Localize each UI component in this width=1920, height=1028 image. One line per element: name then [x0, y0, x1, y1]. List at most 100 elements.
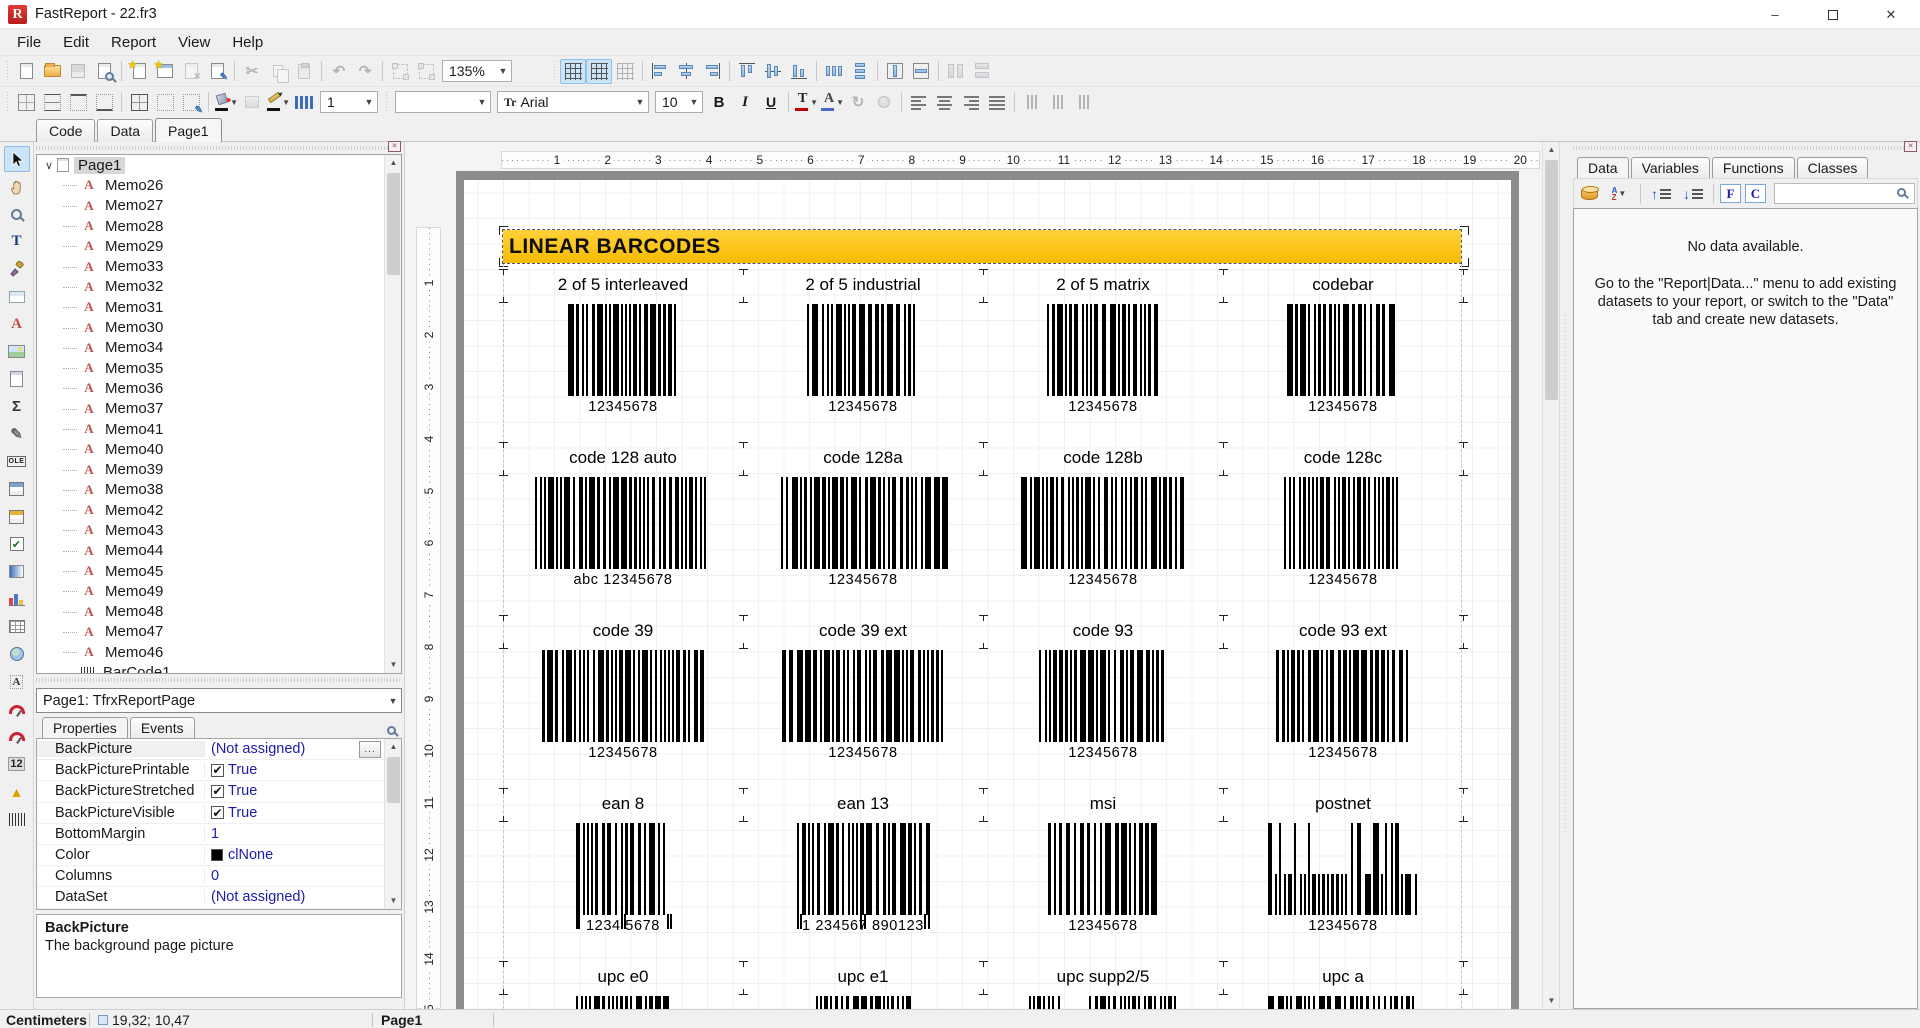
barcode-bars[interactable] [535, 477, 711, 569]
property-value[interactable]: (Not assigned)... [205, 741, 401, 758]
tree-item-memo38[interactable]: AMemo38 [37, 480, 401, 500]
close-panel-icon[interactable]: ✕ [388, 141, 401, 152]
barcode-bars[interactable] [1047, 304, 1159, 396]
barcode-cell-ean-8[interactable]: ean 81234 5678 [503, 788, 743, 961]
scrollbar-thumb[interactable] [387, 173, 400, 275]
frame-horizontal-lines-button[interactable] [39, 90, 65, 115]
barcode-bars[interactable] [576, 823, 671, 915]
data-search-input[interactable] [1774, 183, 1915, 204]
checkbox-icon[interactable]: ✔ [211, 806, 224, 819]
property-value[interactable]: ✔True [205, 783, 401, 799]
barcode-cell-code-39-ext[interactable]: code 39 ext12345678 [743, 615, 983, 788]
property-row-backpictureprintable[interactable]: BackPicturePrintable✔True [37, 760, 401, 781]
barcode-bars[interactable] [781, 477, 945, 569]
checkbox-object-button[interactable]: ✔ [4, 531, 30, 557]
tree-item-memo45[interactable]: AMemo45 [37, 561, 401, 581]
property-row-color[interactable]: ColorclNone [37, 845, 401, 866]
font-size-select[interactable]: 10▼ [655, 91, 703, 113]
property-row-bottommargin[interactable]: BottomMargin1 [37, 824, 401, 845]
barcode-bars[interactable] [1039, 650, 1167, 742]
open-report-button[interactable] [39, 59, 65, 84]
tree-item-memo49[interactable]: AMemo49 [37, 581, 401, 601]
justify-right-button[interactable] [958, 90, 984, 115]
barcode-cell-code-128c[interactable]: code 128c12345678 [1223, 442, 1463, 615]
barcode-cell-code-128-auto[interactable]: code 128 autoabc 12345678 [503, 442, 743, 615]
text-tool-button[interactable]: T [4, 229, 30, 255]
tree-item-memo43[interactable]: AMemo43 [37, 520, 401, 540]
tree-item-memo42[interactable]: AMemo42 [37, 500, 401, 520]
add-dataset-button[interactable] [1576, 181, 1602, 206]
barcode-label[interactable]: postnet [1223, 788, 1463, 814]
barcode-label[interactable]: code 39 ext [743, 615, 983, 641]
highlight-color-button[interactable]: A▼ [819, 90, 845, 115]
barcode-cell-code-93[interactable]: code 9312345678 [983, 615, 1223, 788]
scroll-up-icon[interactable]: ▲ [385, 739, 402, 755]
barcode-label[interactable]: upc supp2/5 [983, 961, 1223, 987]
minimize-button[interactable]: ‒ [1746, 0, 1804, 29]
tree-item-memo32[interactable]: AMemo32 [37, 277, 401, 297]
checkbox-icon[interactable]: ✔ [211, 785, 224, 798]
center-vertically-in-band-button[interactable] [908, 59, 934, 84]
justify-block-button[interactable] [984, 90, 1010, 115]
barcode-label[interactable]: ean 13 [743, 788, 983, 814]
zoom-tool-button[interactable] [4, 201, 30, 227]
toolbar-grip[interactable] [5, 61, 10, 81]
align-vertical-centers-button[interactable] [760, 59, 786, 84]
format-painter-button[interactable] [4, 256, 30, 282]
insert-band-button[interactable] [4, 284, 30, 310]
panel-splitter[interactable] [1559, 142, 1571, 1009]
create-field-button[interactable]: C [1745, 184, 1766, 203]
ellipsis-button[interactable]: ... [359, 741, 381, 758]
maximize-button[interactable] [1804, 0, 1862, 29]
tree-item-memo29[interactable]: AMemo29 [37, 236, 401, 256]
object-selector[interactable]: Page1: TfrxReportPage ▼ [36, 688, 402, 713]
tree-item-memo28[interactable]: AMemo28 [37, 216, 401, 236]
tree-item-barcode1[interactable]: BarCode1 [37, 662, 401, 674]
barcode-label[interactable]: msi [983, 788, 1223, 814]
align-tops-button[interactable] [734, 59, 760, 84]
tab-code[interactable]: Code [36, 119, 95, 142]
report-title-band[interactable]: LINEAR BARCODES [503, 230, 1461, 263]
barcode-bars[interactable] [797, 823, 930, 915]
barcode-cell-2-of-5-matrix[interactable]: 2 of 5 matrix12345678 [983, 269, 1223, 442]
barcode-cell-code-93-ext[interactable]: code 93 ext12345678 [1223, 615, 1463, 788]
align-bottoms-button[interactable] [786, 59, 812, 84]
cellular-text-object-button[interactable]: A [4, 669, 30, 695]
new-report-page-button[interactable]: ★ [126, 59, 152, 84]
tree-item-memo40[interactable]: AMemo40 [37, 439, 401, 459]
hand-tool-button[interactable] [4, 174, 30, 200]
barcode-label[interactable]: code 128c [1223, 442, 1463, 468]
toolbar-grip[interactable] [5, 92, 10, 112]
barcode-label[interactable]: upc a [1223, 961, 1463, 987]
selection-handle[interactable] [1460, 226, 1469, 235]
line-style-button[interactable] [291, 90, 317, 115]
tree-item-memo39[interactable]: AMemo39 [37, 459, 401, 479]
barcode-cell-2-of-5-interleaved[interactable]: 2 of 5 interleaved12345678 [503, 269, 743, 442]
calendar-object-button[interactable] [4, 476, 30, 502]
tree-item-memo41[interactable]: AMemo41 [37, 419, 401, 439]
toolbar-grip[interactable] [384, 92, 389, 112]
panel-grip[interactable]: ✕ [1573, 143, 1918, 153]
barcode-cell-code-128a[interactable]: code 128a12345678 [743, 442, 983, 615]
property-row-dataset[interactable]: DataSet(Not assigned) [37, 887, 401, 908]
barcode-cell-upc-e0[interactable]: upc e0 [503, 961, 743, 1009]
tree-item-memo36[interactable]: AMemo36 [37, 378, 401, 398]
tree-item-memo48[interactable]: AMemo48 [37, 602, 401, 622]
barcode-bars[interactable] [1268, 996, 1418, 1009]
canvas-scrollbar[interactable]: ▲ ▼ [1542, 142, 1559, 1009]
property-value[interactable]: clNone [205, 847, 401, 863]
menu-help[interactable]: Help [221, 31, 274, 54]
preview-button[interactable] [91, 59, 117, 84]
property-row-columns[interactable]: Columns0 [37, 866, 401, 887]
frame-edit-button[interactable]: ✎ [178, 90, 204, 115]
barcode-label[interactable]: upc e0 [503, 961, 743, 987]
barcode-bars[interactable] [782, 650, 945, 742]
barcode-bars[interactable] [816, 996, 911, 1009]
expander-icon[interactable]: ∨ [41, 159, 57, 172]
frame-outline-button[interactable] [126, 90, 152, 115]
text-style-select[interactable]: ▼ [395, 91, 491, 113]
barcode-label[interactable]: codebar [1223, 269, 1463, 295]
frame-bottom-line-button[interactable] [91, 90, 117, 115]
property-row-backpicture[interactable]: BackPicture(Not assigned)... [37, 739, 401, 760]
menu-report[interactable]: Report [100, 31, 167, 54]
